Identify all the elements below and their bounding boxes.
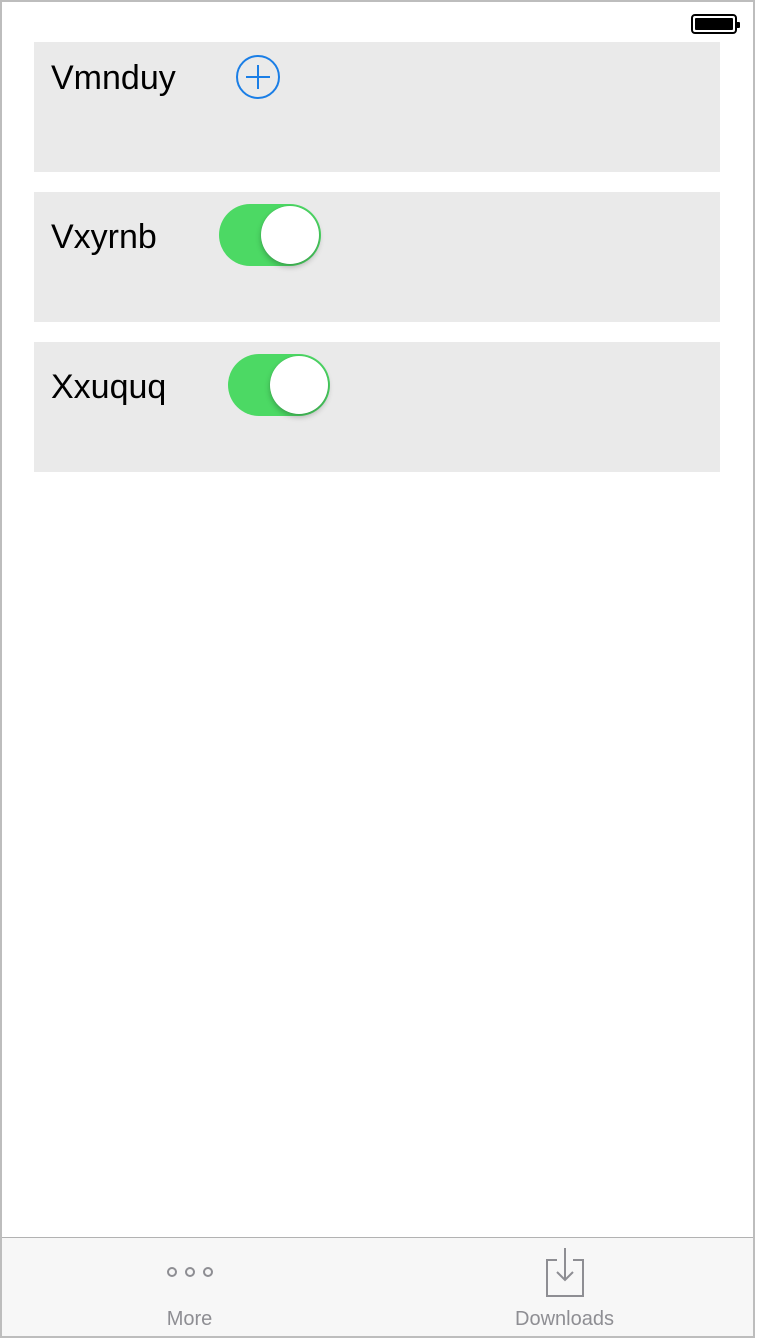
tab-downloads[interactable]: Downloads: [377, 1238, 752, 1336]
battery-full-icon: [691, 14, 740, 34]
add-button[interactable]: [235, 54, 281, 100]
row-label: Vmnduy: [51, 59, 176, 97]
toggle-knob: [270, 356, 328, 414]
row-label: Xxuquq: [51, 368, 167, 406]
status-bar: [2, 2, 753, 42]
tab-label: More: [166, 1308, 213, 1330]
row-label: Vxyrnb: [51, 218, 157, 256]
plus-circle-icon: [236, 55, 280, 99]
toggle-knob: [261, 206, 319, 264]
toggle-switch[interactable]: [228, 354, 330, 416]
tab-label: Downloads: [515, 1308, 614, 1330]
settings-row-vmnduy: Vmnduy: [34, 42, 720, 172]
toggle-switch[interactable]: [219, 204, 321, 266]
phone-screen: Vmnduy Vxyrnb Xxuquq More Downloads: [0, 0, 755, 1338]
settings-row-xxuquq: Xxuquq: [34, 342, 720, 472]
tab-bar: More Downloads: [2, 1237, 753, 1336]
download-tray-icon: [545, 1248, 584, 1297]
more-dots-icon: [166, 1267, 213, 1277]
settings-row-vxyrnb: Vxyrnb: [34, 192, 720, 322]
tab-more[interactable]: More: [2, 1238, 377, 1336]
